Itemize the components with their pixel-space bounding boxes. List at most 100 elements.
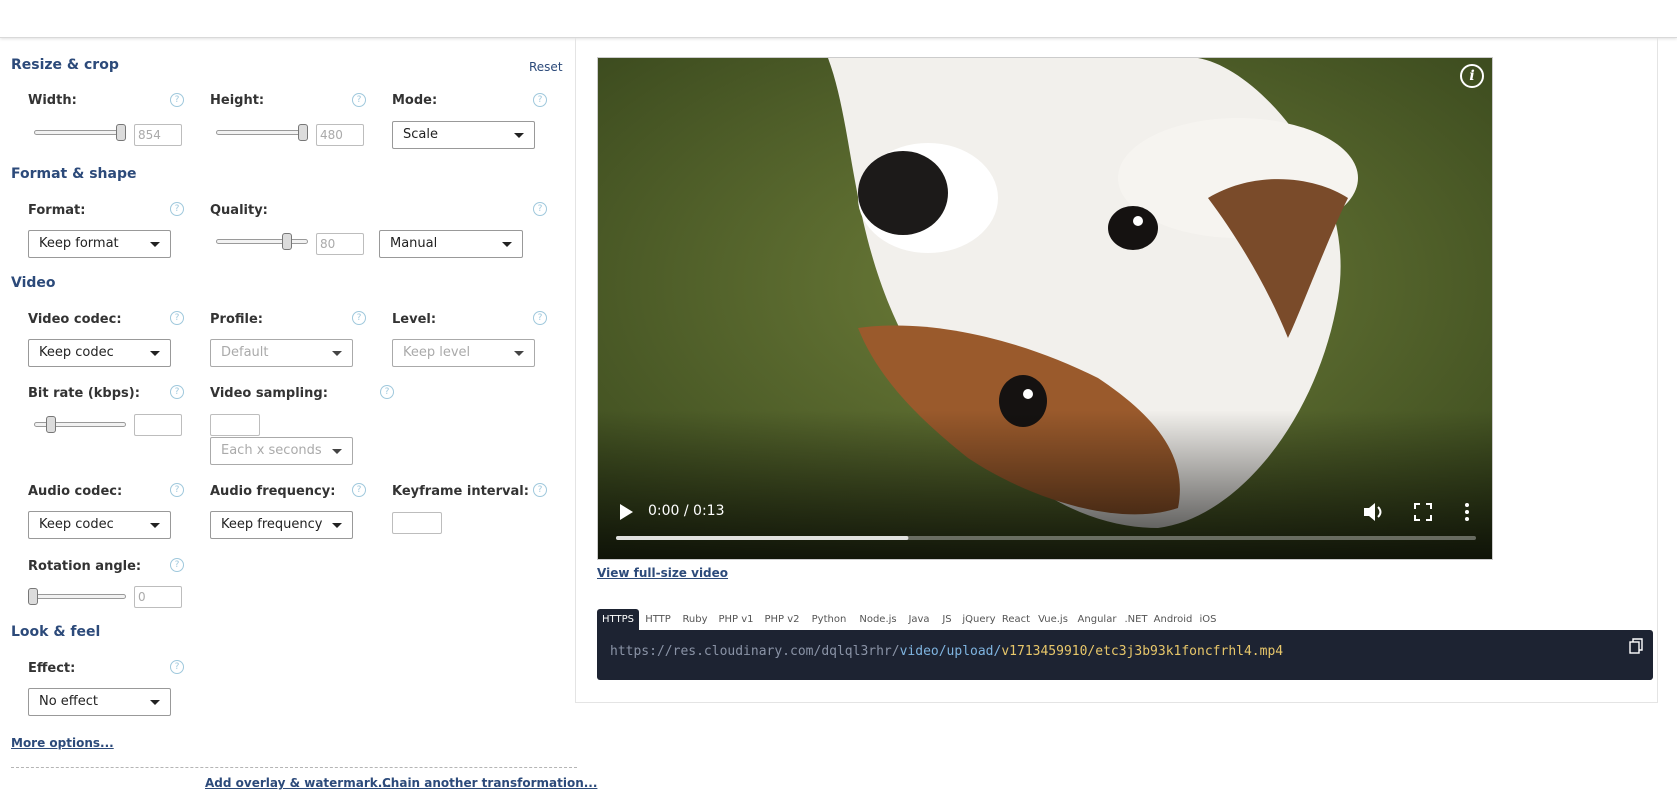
mode-select-value: Scale	[403, 127, 438, 142]
chain-transformation-link[interactable]: Chain another transformation...	[382, 776, 597, 790]
profile-label: Profile:	[210, 312, 263, 327]
bitrate-input[interactable]	[134, 414, 182, 436]
section-resize: Resize & crop	[11, 57, 119, 73]
profile-value: Default	[221, 345, 269, 360]
help-icon[interactable]: ?	[533, 311, 547, 325]
tab-js[interactable]: JS	[935, 609, 959, 631]
height-label: Height:	[210, 93, 265, 108]
rotation-label: Rotation angle:	[28, 559, 142, 574]
chevron-down-icon	[332, 523, 342, 528]
help-icon[interactable]: ?	[352, 483, 366, 497]
profile-select[interactable]: Default	[210, 339, 353, 367]
width-label: Width:	[28, 93, 77, 108]
tab-react[interactable]: React	[999, 609, 1033, 631]
url-code-box: https://res.cloudinary.com/dqlql3rhr/vid…	[597, 630, 1653, 680]
keyframe-label: Keyframe interval:	[392, 484, 529, 499]
rotation-input[interactable]: 0	[134, 586, 182, 608]
reset-link[interactable]: Reset	[529, 60, 563, 74]
tab-vue-js[interactable]: Vue.js	[1033, 609, 1073, 631]
tab-angular[interactable]: Angular	[1073, 609, 1121, 631]
help-icon[interactable]: ?	[352, 311, 366, 325]
chevron-down-icon	[150, 351, 160, 356]
level-select[interactable]: Keep level	[392, 339, 535, 367]
help-icon[interactable]: ?	[380, 385, 394, 399]
url-file: v1713459910/etc3j3b93k1foncfrhl4.mp4	[1001, 644, 1284, 659]
tab-php-v1[interactable]: PHP v1	[713, 609, 759, 631]
url-base: https://res.cloudinary.com/dqlql3rhr/	[610, 644, 900, 659]
top-bar	[0, 0, 1677, 38]
help-icon[interactable]: ?	[533, 93, 547, 107]
format-select-value: Keep format	[39, 236, 119, 251]
mode-label: Mode:	[392, 93, 438, 108]
help-icon[interactable]: ?	[352, 93, 366, 107]
more-options-link[interactable]: More options...	[11, 736, 114, 750]
effect-select[interactable]: No effect	[28, 688, 171, 716]
format-select[interactable]: Keep format	[28, 230, 171, 258]
bitrate-label: Bit rate (kbps):	[28, 386, 140, 401]
video-frame	[598, 58, 1492, 559]
sampling-select[interactable]: Each x seconds	[210, 437, 353, 465]
tab-jquery[interactable]: jQuery	[959, 609, 999, 631]
chevron-down-icon	[150, 523, 160, 528]
view-full-size-link[interactable]: View full-size video	[597, 566, 728, 580]
help-icon[interactable]: ?	[170, 311, 184, 325]
audio-frequency-value: Keep frequency	[221, 517, 323, 532]
tab-net[interactable]: .NET	[1121, 609, 1151, 631]
video-codec-select[interactable]: Keep codec	[28, 339, 171, 367]
tab-https[interactable]: HTTPS	[597, 609, 639, 631]
help-icon[interactable]: ?	[170, 93, 184, 107]
help-icon[interactable]: ?	[170, 558, 184, 572]
chevron-down-icon	[332, 351, 342, 356]
bitrate-slider[interactable]	[34, 416, 126, 433]
keyframe-input[interactable]	[392, 512, 442, 534]
info-icon[interactable]: i	[1460, 64, 1484, 88]
divider	[11, 767, 577, 768]
audio-codec-label: Audio codec:	[28, 484, 123, 499]
tab-java[interactable]: Java	[903, 609, 935, 631]
audio-codec-select[interactable]: Keep codec	[28, 511, 171, 539]
audio-frequency-select[interactable]: Keep frequency	[210, 511, 353, 539]
audio-codec-value: Keep codec	[39, 517, 114, 532]
quality-slider[interactable]	[216, 233, 308, 250]
progress-bar	[616, 536, 909, 540]
section-look: Look & feel	[11, 624, 101, 640]
mode-select[interactable]: Scale	[392, 121, 535, 149]
help-icon[interactable]: ?	[533, 202, 547, 216]
sampling-label: Video sampling:	[210, 386, 328, 401]
video-codec-label: Video codec:	[28, 312, 122, 327]
chevron-down-icon	[514, 351, 524, 356]
copy-icon[interactable]	[1629, 638, 1643, 654]
section-format: Format & shape	[11, 166, 137, 182]
sampling-input[interactable]	[210, 414, 260, 436]
tab-python[interactable]: Python	[805, 609, 853, 631]
tab-ruby[interactable]: Ruby	[677, 609, 713, 631]
sampling-value: Each x seconds	[221, 443, 322, 458]
height-slider[interactable]	[216, 124, 308, 141]
quality-label: Quality:	[210, 203, 268, 218]
help-icon[interactable]: ?	[533, 483, 547, 497]
tab-ios[interactable]: iOS	[1195, 609, 1221, 631]
height-input[interactable]: 480	[316, 124, 364, 146]
rotation-slider[interactable]	[28, 588, 126, 605]
video-player[interactable]: 0:00 / 0:13 i	[597, 57, 1493, 560]
tab-http[interactable]: HTTP	[639, 609, 677, 631]
width-input[interactable]: 854	[134, 124, 182, 146]
audio-frequency-label: Audio frequency:	[210, 484, 336, 499]
section-video: Video	[11, 275, 56, 291]
quality-mode-select[interactable]: Manual	[379, 230, 523, 258]
quality-input[interactable]: 80	[316, 233, 364, 255]
url-path: video/upload/	[899, 644, 1002, 659]
chevron-down-icon	[332, 449, 342, 454]
width-slider[interactable]	[34, 124, 126, 141]
help-icon[interactable]: ?	[170, 202, 184, 216]
tab-android[interactable]: Android	[1151, 609, 1195, 631]
more-vert-icon	[1465, 503, 1469, 521]
tab-node-js[interactable]: Node.js	[853, 609, 903, 631]
tab-php-v2[interactable]: PHP v2	[759, 609, 805, 631]
video-codec-value: Keep codec	[39, 345, 114, 360]
add-overlay-link[interactable]: Add overlay & watermark...	[205, 776, 391, 790]
help-icon[interactable]: ?	[170, 660, 184, 674]
help-icon[interactable]: ?	[170, 483, 184, 497]
quality-mode-value: Manual	[390, 236, 438, 251]
help-icon[interactable]: ?	[170, 385, 184, 399]
